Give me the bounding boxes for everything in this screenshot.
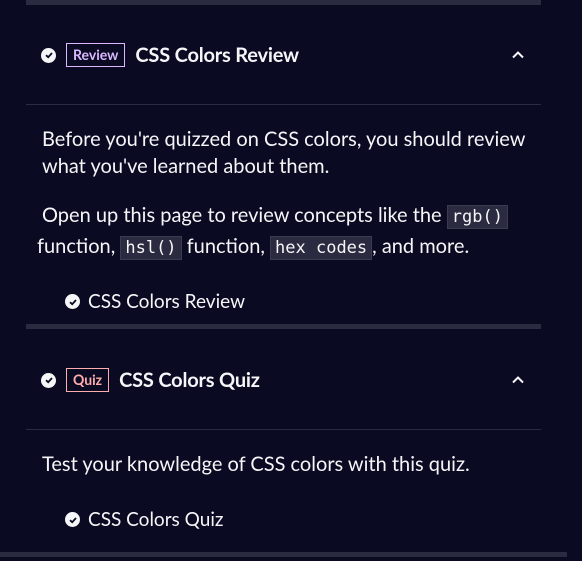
review-block-header[interactable]: Review CSS Colors Review [26,31,541,79]
code-hsl: hsl() [120,236,182,260]
quiz-header-divider [26,429,541,430]
quiz-link[interactable]: CSS Colors Quiz [65,508,223,531]
completed-check-icon [41,47,56,63]
review-link[interactable]: CSS Colors Review [65,290,245,313]
review-p2-text-1: Open up this page to review concepts lik… [42,203,447,227]
review-p2-text-4: , and more. [372,234,470,258]
chevron-up-icon[interactable] [510,47,526,63]
review-paragraph-2: Open up this page to review concepts lik… [37,201,532,263]
review-p2-text-2: function, [37,234,121,258]
review-link-label[interactable]: CSS Colors Review [88,290,245,313]
page: Review CSS Colors Review Before you're q… [0,0,582,561]
completed-check-icon [65,294,80,309]
review-block-title: CSS Colors Review [135,43,299,67]
quiz-paragraph-1: Test your knowledge of CSS colors with t… [42,452,470,476]
review-p2-text-3: function, [181,234,271,258]
completed-check-icon [41,372,56,388]
quiz-link-label[interactable]: CSS Colors Quiz [88,508,223,531]
quiz-badge: Quiz [66,368,110,392]
code-hex: hex codes [270,236,373,260]
code-rgb: rgb() [446,205,508,229]
section-divider [26,324,541,329]
review-header-divider [26,104,541,105]
top-divider [26,0,541,5]
quiz-block-title: CSS Colors Quiz [119,368,260,392]
quiz-block-header[interactable]: Quiz CSS Colors Quiz [26,356,541,404]
chevron-up-icon[interactable] [510,372,526,388]
completed-check-icon [65,512,80,527]
bottom-divider [0,552,567,557]
review-paragraph-1: Before you're quizzed on CSS colors, you… [42,127,526,178]
review-badge: Review [66,43,126,67]
